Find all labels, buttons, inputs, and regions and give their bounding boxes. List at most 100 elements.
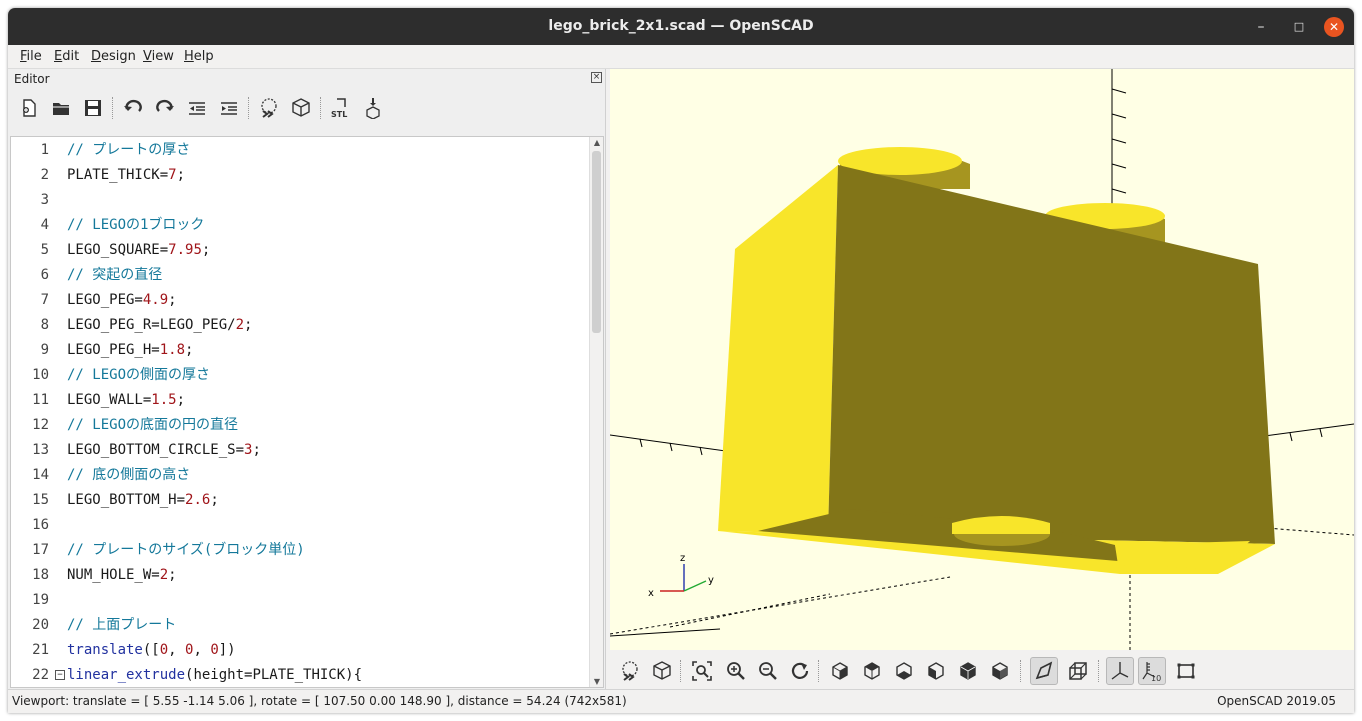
line-number: 21 — [32, 642, 49, 658]
perspective-icon[interactable] — [1030, 657, 1058, 685]
3d-viewport[interactable]: z x y — [610, 69, 1354, 650]
code-token-ident: LEGO_PEG= — [67, 292, 143, 308]
render-icon[interactable] — [648, 657, 676, 685]
code-line[interactable]: 8 LEGO_PEG_R=LEGO_PEG/2; — [11, 313, 589, 338]
orthogonal-icon[interactable] — [1064, 657, 1092, 685]
line-number: 10 — [32, 367, 49, 383]
code-token-ident: LEGO_PEG_H= — [67, 342, 160, 358]
view-back-icon[interactable] — [986, 657, 1014, 685]
code-token-kw: linear_extrude — [67, 667, 186, 683]
code-line[interactable]: 12 // LEGOの底面の円の直径 — [11, 413, 589, 438]
code-token-ident: ; — [252, 442, 261, 458]
indent-icon[interactable] — [216, 95, 242, 121]
code-editor[interactable]: 1// プレートの厚さ 2 PLATE_THICK=7; 3 4// LEGOの1ブロッ… — [10, 136, 604, 688]
fold-toggle-icon[interactable]: − — [55, 670, 65, 680]
view-bottom-icon[interactable] — [890, 657, 918, 685]
code-token-num: 4.9 — [142, 292, 169, 308]
code-token-ident: , — [168, 642, 186, 658]
preview-icon[interactable] — [616, 657, 644, 685]
code-line[interactable]: 5 LEGO_SQUARE=7.95; — [11, 238, 589, 263]
code-line[interactable]: 2 PLATE_THICK=7; — [11, 163, 589, 188]
code-line[interactable]: 19 — [11, 588, 589, 613]
code-line[interactable]: 10 // LEGOの側面の厚さ — [11, 363, 589, 388]
line-number: 13 — [32, 442, 49, 458]
code-line[interactable]: 14 // 底の側面の高さ — [11, 463, 589, 488]
code-line[interactable]: 20 // 上面プレート — [11, 613, 589, 638]
reset-view-icon[interactable] — [786, 657, 814, 685]
code-line[interactable]: 6 // 突起の直径 — [11, 263, 589, 288]
menu-view[interactable]: View — [143, 49, 174, 64]
dock-close-icon[interactable]: × — [591, 72, 602, 83]
zoom-in-icon[interactable] — [722, 657, 750, 685]
code-token-num: 2 — [159, 567, 169, 583]
code-token-ident: NUM_HOLE_W= — [67, 567, 160, 583]
code-line[interactable]: 15 LEGO_BOTTOM_H=2.6; — [11, 488, 589, 513]
code-text: // LEGOの1ブロック — [67, 213, 204, 238]
export-stl-icon[interactable]: STL — [328, 95, 354, 121]
view-right-icon[interactable] — [826, 657, 854, 685]
unindent-icon[interactable] — [184, 95, 210, 121]
view-left-icon[interactable] — [922, 657, 950, 685]
line-number: 5 — [40, 242, 49, 258]
code-token-num: 7.95 — [168, 242, 202, 258]
view-top-icon[interactable] — [858, 657, 886, 685]
3d-view-pane: z x y 10 — [610, 69, 1354, 689]
editor-toolbar: STL — [14, 93, 594, 123]
redo-icon[interactable] — [152, 95, 178, 121]
code-token-ident: (height=PLATE_THICK){ — [185, 667, 363, 683]
code-line[interactable]: 4 // LEGOの1ブロック — [11, 213, 589, 238]
scroll-down-arrow-icon[interactable]: ▼ — [592, 677, 602, 686]
show-edges-icon[interactable] — [1172, 657, 1200, 685]
line-number: 9 — [40, 342, 49, 358]
menu-help[interactable]: Help — [184, 49, 214, 64]
code-line[interactable]: 17 // プレートのサイズ(ブロック単位) — [11, 538, 589, 563]
render-icon[interactable] — [288, 95, 314, 121]
status-bar: Viewport: translate = [ 5.55 -1.14 5.06 … — [8, 689, 1354, 713]
view-front-icon[interactable] — [954, 657, 982, 685]
code-line[interactable]: 21 translate([0, 0, 0]) — [11, 638, 589, 663]
minimize-button[interactable]: – — [1251, 17, 1271, 37]
code-text: translate([0, 0, 0]) — [67, 638, 236, 663]
code-token-num: 7 — [168, 167, 177, 183]
new-file-icon[interactable] — [16, 95, 42, 121]
line-number: 2 — [40, 167, 49, 183]
toolbar-separator — [112, 97, 113, 119]
open-file-icon[interactable] — [48, 95, 74, 121]
title-bar: lego_brick_2x1.scad — OpenSCAD – □ ✕ — [8, 8, 1354, 45]
code-line[interactable]: 3 — [11, 188, 589, 213]
code-line[interactable]: 22− linear_extrude(height=PLATE_THICK){ — [11, 663, 589, 687]
save-icon[interactable] — [80, 95, 106, 121]
code-token-comment: // LEGOの1ブロック — [67, 217, 205, 233]
menu-edit[interactable]: Edit — [54, 49, 79, 64]
code-token-num: 0 — [159, 642, 169, 658]
code-line[interactable]: 11 LEGO_WALL=1.5; — [11, 388, 589, 413]
code-line[interactable]: 18 NUM_HOLE_W=2; — [11, 563, 589, 588]
code-text: LEGO_PEG_H=1.8; — [67, 338, 193, 363]
menu-design[interactable]: Design — [91, 49, 136, 64]
window-title: lego_brick_2x1.scad — OpenSCAD — [548, 18, 814, 34]
code-line[interactable]: 1 // プレートの厚さ — [11, 138, 589, 163]
menu-file-label: ile — [26, 49, 42, 64]
scroll-up-arrow-icon[interactable]: ▲ — [592, 138, 602, 147]
close-button[interactable]: ✕ — [1324, 17, 1344, 37]
show-scale-markers-icon[interactable]: 10 — [1138, 657, 1166, 685]
code-line[interactable]: 13 LEGO_BOTTOM_CIRCLE_S=3; — [11, 438, 589, 463]
editor-vertical-scrollbar[interactable]: ▲ ▼ — [589, 137, 603, 687]
menu-file[interactable]: File — [20, 49, 42, 64]
code-text: NUM_HOLE_W=2; — [67, 563, 177, 588]
show-axes-icon[interactable] — [1106, 657, 1134, 685]
scrollbar-thumb[interactable] — [592, 151, 601, 333]
code-line[interactable]: 16 — [11, 513, 589, 538]
zoom-out-icon[interactable] — [754, 657, 782, 685]
line-number: 6 — [40, 267, 49, 283]
view-all-icon[interactable] — [688, 657, 716, 685]
code-line[interactable]: 9 LEGO_PEG_H=1.8; — [11, 338, 589, 363]
menu-design-mnemonic: D — [91, 49, 102, 64]
brick-body — [718, 165, 1275, 574]
preview-icon[interactable] — [256, 95, 282, 121]
maximize-button[interactable]: □ — [1289, 17, 1309, 37]
send-to-3d-print-icon[interactable] — [360, 95, 386, 121]
code-line[interactable]: 7 LEGO_PEG=4.9; — [11, 288, 589, 313]
undo-icon[interactable] — [120, 95, 146, 121]
line-number: 20 — [32, 617, 49, 633]
